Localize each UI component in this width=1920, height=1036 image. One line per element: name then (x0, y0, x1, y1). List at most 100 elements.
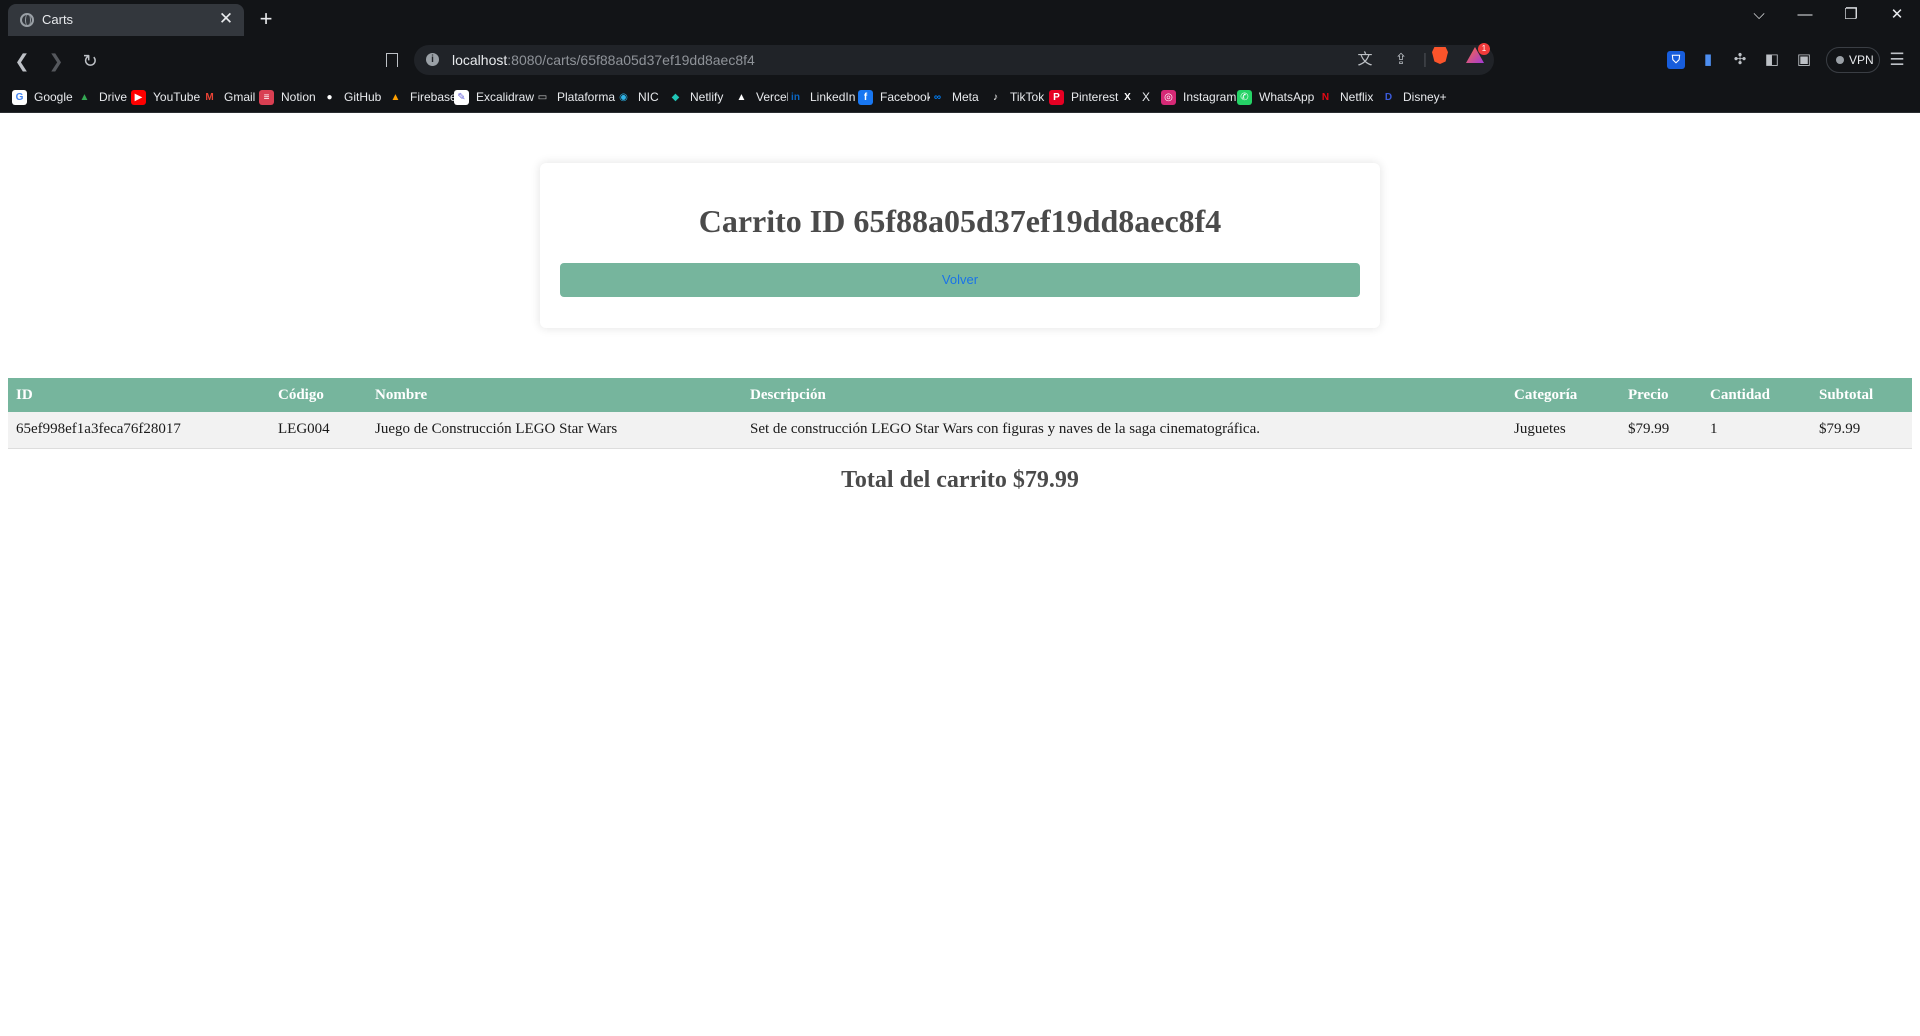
bookmark-label: Meta (952, 90, 979, 104)
bookmark-gmail[interactable]: M Gmail (202, 87, 255, 107)
meta-icon: ∞ (930, 89, 945, 105)
brave-shields-icon[interactable] (1432, 47, 1448, 64)
close-window-button[interactable]: ✕ (1874, 0, 1920, 30)
bookmark-tiktok[interactable]: ♪ TikTok (988, 87, 1044, 107)
tab-close-icon[interactable]: ✕ (216, 9, 236, 29)
bookmark-x[interactable]: XX (1120, 87, 1150, 107)
cell-subtotal: $79.99 (1811, 412, 1912, 449)
site-info-icon[interactable]: i (426, 53, 439, 66)
bookmark-meta[interactable]: ∞ Meta (930, 87, 979, 107)
bitwarden-extension-icon[interactable]: ⛉ (1667, 51, 1685, 69)
bookmark-label: Netlify (690, 90, 724, 104)
cell-nombre: Juego de Construcción LEGO Star Wars (367, 412, 742, 449)
vpn-label: VPN (1849, 53, 1874, 67)
plataforma-icon: ▭ (535, 89, 550, 105)
bookmark-label: Netflix (1340, 90, 1374, 104)
bookmark-instagram[interactable]: ◎ Instagram (1161, 87, 1236, 107)
cart-header-card: Carrito ID 65f88a05d37ef19dd8aec8f4 Volv… (540, 163, 1380, 328)
column-header-subtotal: Subtotal (1811, 378, 1912, 412)
bookmark-label: YouTube (153, 90, 201, 104)
bookmark-linkedin[interactable]: in LinkedIn (788, 87, 855, 107)
cell-cantidad: 1 (1702, 412, 1811, 449)
bookmark-icon[interactable] (380, 48, 402, 72)
back-button[interactable]: Volver (560, 263, 1360, 297)
bookmark-firebase[interactable]: ▲ Firebase (388, 87, 457, 107)
bookmark-drive[interactable]: ▲ Drive (77, 87, 127, 107)
extension-icon[interactable]: ▮ (1699, 51, 1717, 69)
bookmark-nic[interactable]: ◉ NIC (616, 87, 659, 107)
bookmark-label: Disney+ (1403, 90, 1447, 104)
puzzle-extensions-icon[interactable]: ✣ (1731, 51, 1749, 69)
bookmark-label: TikTok (1010, 90, 1045, 104)
bookmark-disney[interactable]: D Disney+ (1381, 87, 1447, 107)
translate-icon[interactable]: 文 (1354, 50, 1376, 70)
youtube-icon: ▶ (131, 89, 146, 105)
forward-arrow-icon[interactable]: ❯ (43, 48, 69, 74)
bookmark-label: Facebook (880, 90, 933, 104)
bookmark-github[interactable]: ● GitHub (322, 87, 381, 107)
bookmark-label: Google (34, 90, 73, 104)
bookmark-notion[interactable]: ≡ Notion (259, 87, 316, 107)
bookmark-label: X (1142, 90, 1151, 104)
sidebar-icon[interactable]: ◧ (1763, 51, 1781, 69)
table-row: 65ef998ef1a3feca76f28017 LEG004 Juego de… (8, 412, 1912, 449)
reload-icon[interactable]: ↻ (77, 48, 103, 74)
url-path: :8080/carts/65f88a05d37ef19dd8aec8f4 (507, 52, 755, 68)
bookmark-netflix[interactable]: N Netflix (1318, 87, 1373, 107)
bookmark-label: Excalidraw (476, 90, 535, 104)
tab-carts[interactable]: Carts ✕ (8, 4, 244, 36)
restore-button[interactable]: ❐ (1828, 0, 1874, 30)
column-header-nombre: Nombre (367, 378, 742, 412)
vpn-button[interactable]: VPN (1826, 47, 1880, 73)
column-header-descripcion: Descripción (742, 378, 1506, 412)
facebook-icon: f (858, 89, 873, 105)
globe-icon (20, 13, 34, 27)
pinterest-icon: P (1049, 89, 1064, 105)
url-text[interactable]: localhost:8080/carts/65f88a05d37ef19dd8a… (452, 52, 755, 68)
bookmark-whatsapp[interactable]: ✆ WhatsApp (1237, 87, 1314, 107)
bookmark-vercel[interactable]: ▲ Vercel (734, 87, 789, 107)
notion-icon: ≡ (259, 89, 274, 105)
cart-total: Total del carrito $79.99 (841, 467, 1079, 493)
wallet-icon[interactable]: ▣ (1795, 51, 1813, 69)
google-icon: G (12, 89, 27, 105)
x-icon: X (1120, 89, 1135, 105)
page-title: Carrito ID 65f88a05d37ef19dd8aec8f4 (698, 203, 1222, 239)
bookmark-netlify[interactable]: ◆ Netlify (668, 87, 723, 107)
bookmark-google[interactable]: G Google (12, 87, 73, 107)
cell-descripcion: Set de construcción LEGO Star Wars con f… (742, 412, 1506, 449)
bookmark-youtube[interactable]: ▶ YouTube (131, 87, 200, 107)
bookmark-plataforma[interactable]: ▭ Plataforma (535, 87, 615, 107)
menu-icon[interactable]: ☰ (1886, 50, 1908, 70)
bookmark-facebook[interactable]: f Facebook (858, 87, 933, 107)
back-arrow-icon[interactable]: ❮ (9, 48, 35, 74)
vercel-icon: ▲ (734, 89, 749, 105)
column-header-cantidad: Cantidad (1702, 378, 1811, 412)
column-header-categoria: Categoría (1506, 378, 1620, 412)
bookmark-excalidraw[interactable]: ✎ Excalidraw (454, 87, 534, 107)
tab-search-chevron-icon[interactable]: ⌵ (1736, 0, 1782, 30)
new-tab-button[interactable]: + (254, 7, 278, 31)
share-icon[interactable]: ⇪ (1390, 50, 1412, 70)
bookmark-label: Pinterest (1071, 90, 1119, 104)
bookmark-label: NIC (638, 90, 659, 104)
linkedin-icon: in (788, 89, 803, 105)
minimize-button[interactable]: — (1782, 0, 1828, 30)
netlify-icon: ◆ (668, 89, 683, 105)
address-bar[interactable]: i localhost:8080/carts/65f88a05d37ef19dd… (414, 45, 1494, 75)
rewards-badge: 1 (1478, 43, 1490, 55)
cell-categoria: Juguetes (1506, 412, 1620, 449)
bookmark-pinterest[interactable]: P Pinterest (1049, 87, 1118, 107)
cell-codigo: LEG004 (270, 412, 367, 449)
browser-titlebar: Carts ✕ + ⌵ — ❐ ✕ (0, 0, 1920, 40)
gmail-icon: M (202, 89, 217, 105)
browser-toolbar: ❮ ❯ ↻ i localhost:8080/carts/65f88a05d37… (0, 40, 1920, 80)
excalidraw-icon: ✎ (454, 89, 469, 105)
bookmark-label: WhatsApp (1259, 90, 1315, 104)
column-header-codigo: Código (270, 378, 367, 412)
tiktok-icon: ♪ (988, 89, 1003, 105)
drive-icon: ▲ (77, 89, 92, 105)
bookmark-label: Firebase (410, 90, 457, 104)
column-header-precio: Precio (1620, 378, 1702, 412)
github-icon: ● (322, 89, 337, 105)
